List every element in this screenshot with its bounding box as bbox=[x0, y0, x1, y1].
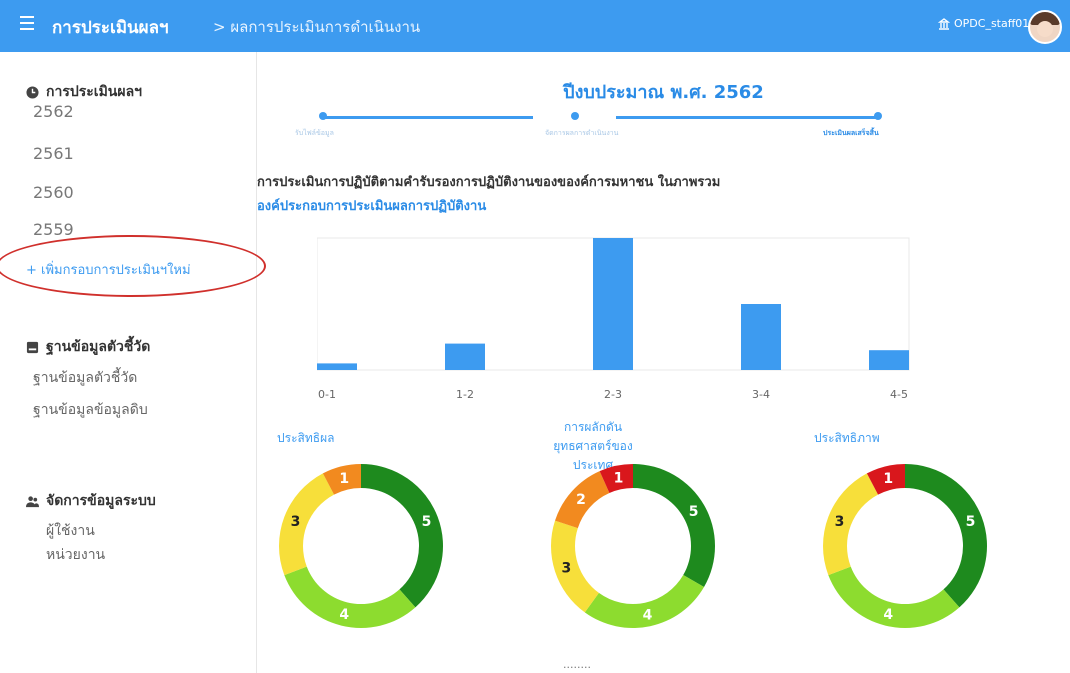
sidebar-section-evaluation[interactable]: การประเมินผลฯ bbox=[26, 81, 142, 103]
donut-slice-label: 3 bbox=[562, 561, 572, 577]
database-icon bbox=[26, 341, 39, 353]
donut-slice-label: 4 bbox=[339, 607, 349, 623]
user-name: OPDC_staff01 bbox=[954, 17, 1030, 30]
step-label-3: ประเมินผลเสร็จสิ้น bbox=[823, 129, 879, 137]
section-heading: การประเมินการปฏิบัติตามคำรับรองการปฏิบัต… bbox=[257, 175, 721, 190]
user-menu[interactable]: OPDC_staff01 bbox=[938, 17, 1029, 30]
donut-slice-label: 5 bbox=[689, 504, 699, 520]
donut-slice-label: 1 bbox=[614, 471, 624, 487]
donut-title-1: ประสิทธิผล bbox=[277, 431, 335, 445]
donut-slice-label: 5 bbox=[966, 514, 976, 530]
sidebar-section-label: การประเมินผลฯ bbox=[46, 84, 143, 100]
section-subheading[interactable]: องค์ประกอบการประเมินผลการปฏิบัติงาน bbox=[257, 195, 486, 216]
sidebar-item-users[interactable]: ผู้ใช้งาน bbox=[46, 520, 95, 542]
footer-text: ........ bbox=[563, 658, 591, 671]
sidebar-item-2559[interactable]: 2559 bbox=[33, 220, 74, 239]
donut-slice-4 bbox=[284, 566, 416, 628]
step-dot-3 bbox=[874, 112, 882, 120]
top-bar: การประเมินผลฯ > ผลการประเมินการดำเนินงาน… bbox=[0, 0, 1070, 52]
donut-slice-label: 1 bbox=[339, 471, 349, 487]
sidebar-section-label: จัดการข้อมูลระบบ bbox=[46, 493, 156, 509]
step-connector bbox=[616, 116, 878, 119]
donut-chart-strategy: 5 4 3 2 1 bbox=[551, 464, 715, 628]
donut-slice-5 bbox=[633, 464, 715, 587]
clock-icon bbox=[26, 85, 39, 99]
app-title[interactable]: การประเมินผลฯ bbox=[52, 14, 169, 41]
x-tick-label: 0-1 bbox=[318, 388, 336, 401]
donut-title-3: ประสิทธิภาพ bbox=[814, 431, 880, 445]
donut-slice-label: 3 bbox=[835, 514, 845, 530]
x-tick-label: 4-5 bbox=[890, 388, 908, 401]
sidebar-section-indicators[interactable]: ฐานข้อมูลตัวชี้วัด bbox=[26, 336, 150, 358]
users-icon bbox=[26, 495, 39, 507]
donut-slice-label: 1 bbox=[883, 471, 893, 487]
sidebar-item-2560[interactable]: 2560 bbox=[33, 183, 74, 202]
donut-slice-label: 4 bbox=[883, 607, 893, 623]
sidebar-section-label: ฐานข้อมูลตัวชี้วัด bbox=[46, 339, 151, 355]
donut-slice-label: 3 bbox=[291, 514, 301, 530]
highlight-annotation bbox=[0, 235, 266, 297]
donut-slice-label: 2 bbox=[576, 492, 586, 508]
step-connector bbox=[323, 116, 533, 119]
donut-slice-label: 4 bbox=[643, 607, 653, 623]
sidebar-item-2562[interactable]: 2562 bbox=[33, 102, 74, 121]
avatar[interactable] bbox=[1028, 10, 1062, 44]
sidebar-item-indicator-db[interactable]: ฐานข้อมูลตัวชี้วัด bbox=[33, 367, 137, 389]
hamburger-menu-icon[interactable] bbox=[20, 16, 36, 32]
sidebar-item-agencies[interactable]: หน่วยงาน bbox=[46, 544, 105, 566]
bar-1-2 bbox=[445, 343, 485, 370]
x-tick-label: 2-3 bbox=[604, 388, 622, 401]
sidebar-item-raw-data-db[interactable]: ฐานข้อมูลข้อมูลดิบ bbox=[33, 399, 148, 421]
step-label-1: รับไฟล์ข้อมูล bbox=[295, 129, 334, 137]
donut-slice-5 bbox=[905, 464, 987, 608]
x-tick-label: 1-2 bbox=[456, 388, 474, 401]
step-dot-2 bbox=[571, 112, 579, 120]
bar-4-5 bbox=[869, 350, 909, 370]
bar-2-3 bbox=[593, 238, 633, 370]
score-distribution-bar-chart: 0-1 1-2 2-3 3-4 4-5 bbox=[317, 237, 910, 401]
donut-slice-label: 5 bbox=[422, 514, 432, 530]
building-icon bbox=[938, 17, 950, 30]
breadcrumb: > ผลการประเมินการดำเนินงาน bbox=[213, 18, 421, 36]
sidebar-item-2561[interactable]: 2561 bbox=[33, 144, 74, 163]
donut-chart-effectiveness: 5 4 3 1 bbox=[279, 464, 443, 628]
x-tick-label: 3-4 bbox=[752, 388, 770, 401]
sidebar-section-system[interactable]: จัดการข้อมูลระบบ bbox=[26, 490, 156, 512]
main-content: ปีงบประมาณ พ.ศ. 2562 รับไฟล์ข้อมูล จัดกา… bbox=[257, 52, 1070, 673]
bar-0-1 bbox=[317, 363, 357, 370]
donut-slice-3 bbox=[823, 473, 879, 576]
donut-slice-5 bbox=[361, 464, 443, 608]
donut-slice-4 bbox=[828, 566, 960, 628]
step-dot-1 bbox=[319, 112, 327, 120]
bar-3-4 bbox=[741, 304, 781, 370]
donut-slice-3 bbox=[551, 520, 599, 613]
donut-chart-efficiency: 5 4 3 1 bbox=[823, 464, 987, 628]
step-label-2: จัดการผลการดำเนินงาน bbox=[545, 129, 619, 137]
donut-slice-3 bbox=[279, 473, 335, 576]
page-title: ปีงบประมาณ พ.ศ. 2562 bbox=[563, 82, 764, 103]
sidebar: การประเมินผลฯ 2562 2561 2560 2559 + เพิ่… bbox=[0, 52, 266, 673]
